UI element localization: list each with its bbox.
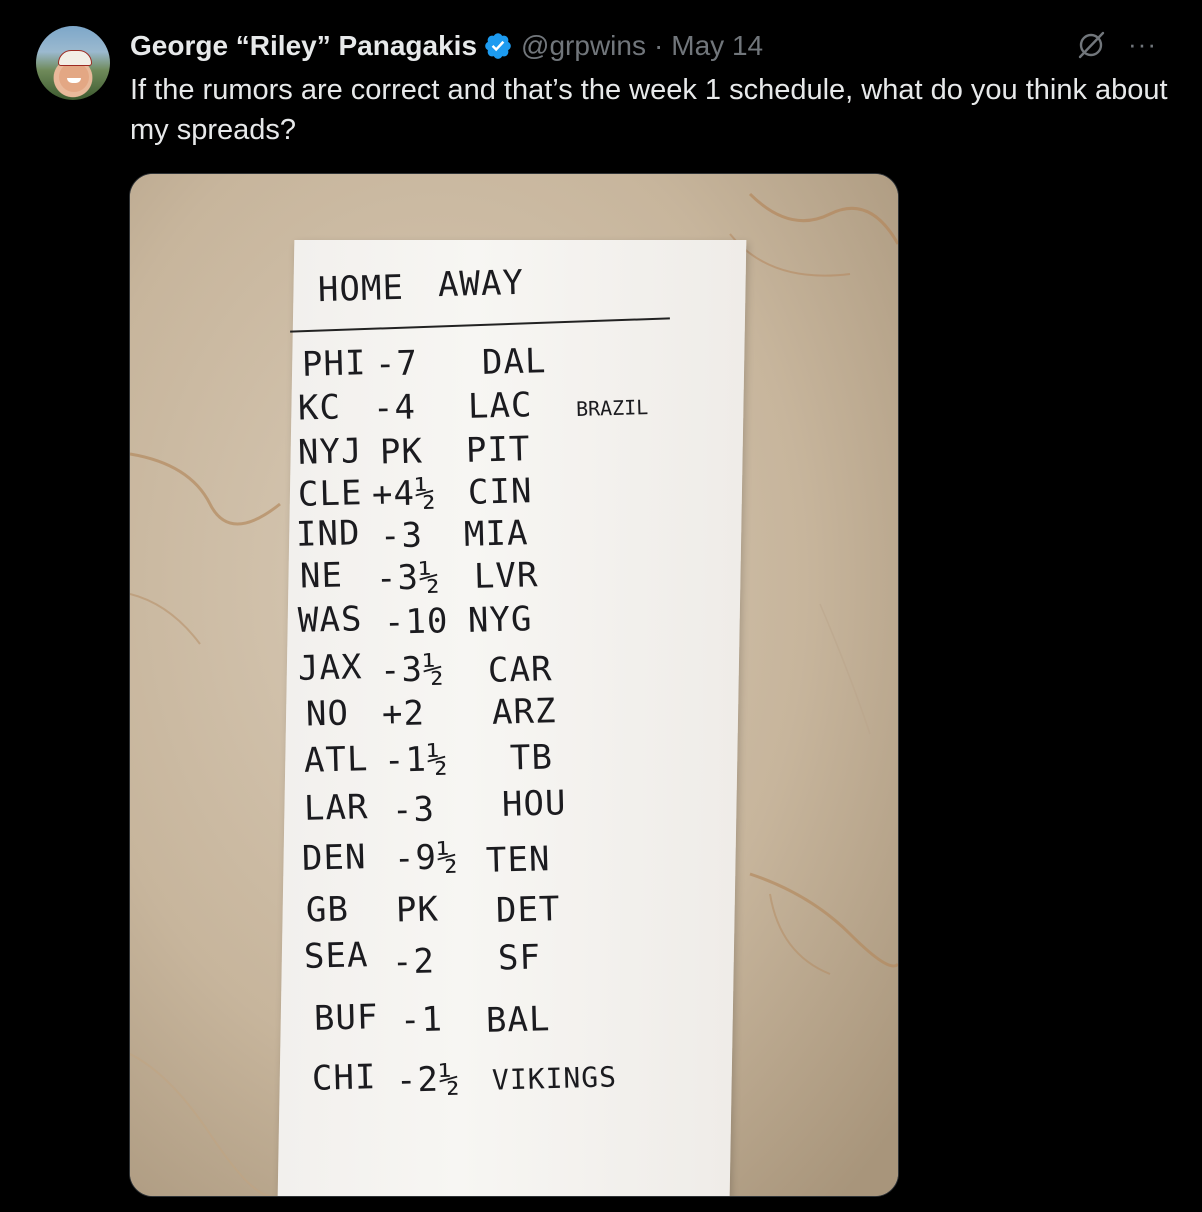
note-header-home: HOME bbox=[317, 267, 405, 311]
note-row-home: PHI bbox=[301, 343, 367, 385]
note-row-spread: -3 bbox=[391, 789, 436, 831]
note-row-away: SF bbox=[497, 937, 542, 979]
note-row-away: DET bbox=[495, 889, 561, 931]
tweet[interactable]: George “Riley” Panagakis @grpwins · May … bbox=[0, 0, 1202, 1212]
note-row-spread: -1½ bbox=[383, 739, 449, 781]
grok-icon[interactable] bbox=[1076, 30, 1106, 60]
author-avatar[interactable] bbox=[36, 26, 110, 100]
note-row-away: CAR bbox=[487, 649, 553, 691]
note-row-home: BUF bbox=[313, 997, 379, 1039]
note-row-spread: -10 bbox=[383, 601, 449, 643]
avatar-cap bbox=[58, 50, 92, 66]
note-row-spread: -3½ bbox=[379, 649, 445, 691]
note-row-away: VIKINGS bbox=[491, 1060, 618, 1097]
note-row-away: ARZ bbox=[491, 691, 557, 733]
note-row-away: TB bbox=[509, 737, 554, 779]
tweet-date[interactable]: May 14 bbox=[671, 30, 763, 62]
note-row-spread: PK bbox=[379, 431, 424, 473]
avatar-face bbox=[59, 62, 89, 92]
note-row-home: CLE bbox=[297, 473, 363, 515]
note-row-home: NO bbox=[305, 693, 350, 735]
note-row-spread: -1 bbox=[399, 999, 444, 1041]
note-side-note: BRAZIL bbox=[575, 395, 649, 421]
note-row-away: PIT bbox=[465, 429, 531, 471]
tweet-header: George “Riley” Panagakis @grpwins · May … bbox=[130, 26, 763, 66]
note-row-home: ATL bbox=[303, 739, 369, 781]
note-row-spread: PK bbox=[395, 889, 440, 931]
note-row-away: BAL bbox=[485, 999, 551, 1041]
note-row-away: HOU bbox=[501, 783, 567, 825]
note-row-spread: -7 bbox=[374, 343, 419, 385]
note-header-away: AWAY bbox=[437, 262, 525, 306]
note-row-away: LVR bbox=[473, 555, 539, 597]
note-row-home: SEA bbox=[303, 935, 369, 977]
author-handle[interactable]: @grpwins bbox=[521, 30, 646, 62]
note-row-spread: -9½ bbox=[393, 837, 459, 879]
note-row-home: KC bbox=[297, 387, 342, 429]
author-name[interactable]: George “Riley” Panagakis bbox=[130, 30, 477, 62]
note-row-home: GB bbox=[305, 889, 350, 931]
note-row-spread: +4½ bbox=[371, 473, 437, 515]
note-row-away: DAL bbox=[481, 341, 547, 383]
note-row-spread: -2 bbox=[391, 941, 436, 983]
note-row-spread: -2½ bbox=[395, 1059, 461, 1101]
note-row-home: NE bbox=[299, 555, 344, 597]
note-row-home: IND bbox=[295, 513, 361, 555]
separator-dot: · bbox=[653, 30, 664, 61]
note-row-away: CIN bbox=[467, 471, 533, 513]
tweet-image[interactable]: HOME AWAY BRAZIL PHI -7 DAL KC -4 LAC NY… bbox=[129, 173, 899, 1197]
note-row-spread: -4 bbox=[372, 387, 417, 429]
note-row-away: LAC bbox=[467, 385, 533, 427]
note-row-home: LAR bbox=[303, 787, 369, 829]
note-row-spread: -3 bbox=[379, 515, 424, 557]
note-row-spread: -3½ bbox=[375, 557, 441, 599]
note-row-home: CHI bbox=[311, 1057, 377, 1099]
note-row-home: JAX bbox=[297, 647, 363, 689]
note-row-home: DEN bbox=[301, 837, 367, 879]
note-row-away: MIA bbox=[463, 513, 529, 555]
tweet-text: If the rumors are correct and that’s the… bbox=[130, 74, 1168, 146]
more-options-icon[interactable]: ··· bbox=[1128, 31, 1164, 57]
note-row-home: NYJ bbox=[297, 431, 363, 473]
note-row-spread: +2 bbox=[381, 693, 426, 735]
note-row-away: TEN bbox=[485, 839, 551, 881]
note-row-home: WAS bbox=[297, 599, 363, 641]
note-row-away: NYG bbox=[467, 599, 533, 641]
verified-badge-icon[interactable] bbox=[483, 31, 513, 61]
